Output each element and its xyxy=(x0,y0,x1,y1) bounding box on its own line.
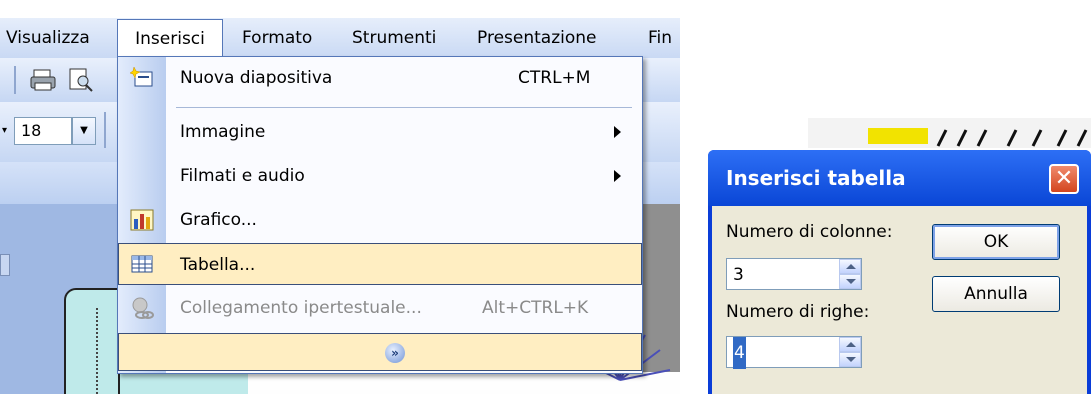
menu-visualizza[interactable]: Visualizza xyxy=(6,18,90,58)
dialog-screenshot: Inserisci tabella ✕ Numero di colonne: 3… xyxy=(688,0,1091,394)
rows-stepper[interactable]: 4 xyxy=(726,336,862,369)
toolbar-separator xyxy=(104,112,106,148)
columns-spin-buttons xyxy=(839,259,861,289)
menu-item-tabella[interactable]: Tabella... xyxy=(118,243,642,285)
submenu-arrow-icon xyxy=(614,126,621,138)
menu-presentazione[interactable]: Presentazione xyxy=(477,18,596,58)
menu-finestra[interactable]: Fin xyxy=(648,18,672,58)
menu-item-nuova-diapositiva[interactable]: Nuova diapositiva CTRL+M xyxy=(118,57,642,99)
print-preview-icon[interactable] xyxy=(68,68,94,92)
slide-guide xyxy=(96,308,100,394)
rows-label: Numero di righe: xyxy=(726,302,870,322)
menu-item-grafico[interactable]: Grafico... xyxy=(118,199,642,241)
powerpoint-window: Visualizza Formato Strumenti Presentazio… xyxy=(0,0,680,394)
menu-expand-row[interactable]: » xyxy=(118,333,642,371)
insert-table-dialog: Inserisci tabella ✕ Numero di colonne: 3… xyxy=(708,150,1091,394)
increment-icon[interactable] xyxy=(839,259,861,274)
print-icon[interactable] xyxy=(30,68,56,92)
menu-strumenti[interactable]: Strumenti xyxy=(352,18,436,58)
hyperlink-icon xyxy=(130,296,154,320)
increment-icon[interactable] xyxy=(839,337,861,352)
dialog-title-bar[interactable]: Inserisci tabella ✕ xyxy=(708,150,1091,206)
background-strip xyxy=(808,118,1091,148)
table-icon xyxy=(130,252,154,276)
columns-label: Numero di colonne: xyxy=(726,222,893,242)
submenu-arrow-icon xyxy=(614,170,621,182)
menu-separator xyxy=(176,107,632,108)
columns-stepper[interactable]: 3 xyxy=(726,258,862,290)
chart-icon xyxy=(130,208,154,232)
font-size-dropdown-icon[interactable]: ▼ xyxy=(72,117,96,145)
new-slide-icon xyxy=(129,66,154,90)
panel-splitter[interactable] xyxy=(0,254,10,276)
cancel-button[interactable]: Annulla xyxy=(932,276,1060,312)
decrement-icon[interactable] xyxy=(839,352,861,367)
menu-formato[interactable]: Formato xyxy=(242,18,312,58)
ok-button[interactable]: OK xyxy=(932,224,1060,260)
menu-item-immagine[interactable]: Immagine xyxy=(118,111,642,153)
menu-item-collegamento-ipertestuale[interactable]: Collegamento ipertestuale... Alt+CTRL+K xyxy=(118,287,642,329)
menu-bar: Visualizza Formato Strumenti Presentazio… xyxy=(0,18,680,59)
toolbar-separator xyxy=(14,66,16,94)
menu-inserisci[interactable]: Inserisci xyxy=(117,19,223,58)
dialog-title: Inserisci tabella xyxy=(726,166,906,190)
expand-menu-icon[interactable]: » xyxy=(385,343,405,363)
menu-item-filmati-audio[interactable]: Filmati e audio xyxy=(118,155,642,197)
rows-spin-buttons xyxy=(839,337,861,367)
insert-dropdown-menu: Nuova diapositiva CTRL+M Immagine Filmat… xyxy=(117,56,643,374)
decrement-icon[interactable] xyxy=(839,274,861,289)
toolbar-arrow-icon: ▾ xyxy=(2,125,8,136)
font-size-field[interactable]: 18 xyxy=(14,117,72,145)
close-icon[interactable]: ✕ xyxy=(1049,164,1079,194)
dialog-body: Numero di colonne: 3 Numero di righe: 4 … xyxy=(712,206,1087,394)
